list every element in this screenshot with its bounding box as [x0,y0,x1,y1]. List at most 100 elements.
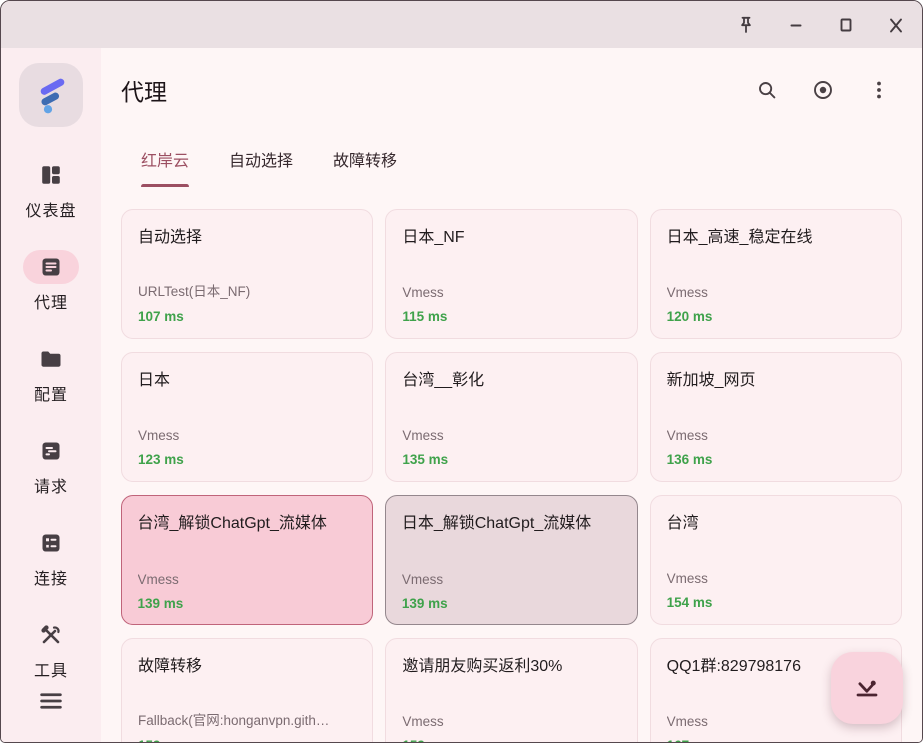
proxy-latency[interactable]: 135 ms [402,452,620,467]
proxy-type: Vmess [667,285,885,300]
more-button[interactable] [866,77,892,103]
sidebar-item-pill [23,250,79,284]
proxy-type: Vmess [402,285,620,300]
proxy-card[interactable]: 新加坡_网页 Vmess 136 ms [650,352,902,482]
sidebar-item-label: 工具 [34,657,68,681]
search-button[interactable] [754,77,780,103]
proxy-name: 日本_解锁ChatGpt_流媒体 [402,509,621,533]
proxy-type: Vmess [667,571,885,586]
titlebar-buttons [733,12,909,38]
sidebar-item-label: 连接 [34,565,68,589]
sidebar-item-label: 代理 [34,289,68,313]
proxy-name: 日本_NF [402,223,620,247]
proxy-card[interactable]: 日本_高速_稳定在线 Vmess 120 ms [650,209,902,339]
page-title: 代理 [121,73,167,107]
proxy-group-tab[interactable]: 红岸云 [141,147,189,187]
proxy-card[interactable]: 自动选择 URLTest(日本_NF) 107 ms [121,209,373,339]
circle-dot-icon [811,78,835,102]
proxy-type: Vmess [402,714,620,729]
sidebar-item[interactable]: 工具 [23,618,79,681]
close-icon [884,13,908,37]
app-logo [19,63,83,127]
maximize-icon [834,13,858,37]
proxy-name: 故障转移 [138,652,356,676]
proxy-latency[interactable]: 139 ms [138,596,357,611]
proxy-name: 台湾__彰化 [402,366,620,390]
sidebar-item-pill [23,342,79,376]
flclash-logo [27,71,75,119]
proxy-type: Vmess [138,572,357,587]
dashboard-icon [39,163,63,187]
proxy-grid: 自动选择 URLTest(日本_NF) 107 ms 日本_NF Vmess 1… [121,209,902,743]
more-vert-icon [867,78,891,102]
sidebar-item[interactable]: 仪表盘 [23,158,79,221]
proxy-card[interactable]: 故障转移 Fallback(官网:honganvpn.gith… 159 ms [121,638,373,743]
locate-selected-button[interactable] [810,77,836,103]
proxy-type: Vmess [667,428,885,443]
proxy-group-tab[interactable]: 自动选择 [229,147,293,187]
proxy-card[interactable]: 日本_解锁ChatGpt_流媒体 Vmess 139 ms [385,495,637,625]
proxy-latency[interactable]: 154 ms [667,595,885,610]
proxy-name: 日本 [138,366,356,390]
proxy-latency[interactable]: 139 ms [402,596,621,611]
hamburger-icon [36,686,66,716]
sidebar-item-pill [23,526,79,560]
tools-icon [39,623,63,647]
proxy-latency[interactable]: 120 ms [667,309,885,324]
proxy-name: 日本_高速_稳定在线 [667,223,885,247]
close-button[interactable] [883,12,909,38]
proxy-latency[interactable]: 107 ms [138,309,356,324]
app-body: 仪表盘 代理 配置 [1,48,922,742]
app-window: 仪表盘 代理 配置 [0,0,923,743]
proxy-latency[interactable]: 123 ms [138,452,356,467]
proxy-name: 新加坡_网页 [667,366,885,390]
sidebar-nav: 仪表盘 代理 配置 [23,158,79,681]
maximize-button[interactable] [833,12,859,38]
config-icon [39,347,63,371]
latency-test-fab[interactable] [831,652,903,724]
proxy-latency[interactable]: 159 ms [402,738,620,743]
proxy-group-tabs: 红岸云 自动选择 故障转移 [141,147,922,187]
sidebar-item[interactable]: 连接 [23,526,79,589]
minimize-button[interactable] [783,12,809,38]
menu-button[interactable] [32,682,70,720]
sidebar-item-label: 请求 [34,473,68,497]
pin-button[interactable] [733,12,759,38]
sidebar-item-pill [23,618,79,652]
requests-icon [39,439,63,463]
page-header: 代理 [101,48,922,107]
proxy-type: Fallback(官网:honganvpn.gith… [138,709,356,729]
proxy-name: 邀请朋友购买返利30% [402,652,620,676]
sidebar-item-pill [23,434,79,468]
proxy-card[interactable]: 邀请朋友购买返利30% Vmess 159 ms [385,638,637,743]
search-icon [755,78,779,102]
sidebar-item-label: 配置 [34,381,68,405]
sidebar-item-pill [23,158,79,192]
sidebar-item-label: 仪表盘 [25,197,76,221]
proxy-card[interactable]: 台湾_解锁ChatGpt_流媒体 Vmess 139 ms [121,495,373,625]
ping-test-icon [852,673,882,703]
proxy-card[interactable]: 日本_NF Vmess 115 ms [385,209,637,339]
main-content: 代理 红岸云 自动选择 故障转移 [101,48,922,742]
proxy-type: Vmess [402,428,620,443]
sidebar: 仪表盘 代理 配置 [1,48,101,742]
connections-icon [39,531,63,555]
sidebar-item[interactable]: 代理 [23,250,79,313]
proxy-group-tab[interactable]: 故障转移 [333,147,397,187]
proxy-card[interactable]: 台湾__彰化 Vmess 135 ms [385,352,637,482]
proxy-name: 台湾 [667,509,885,533]
proxy-latency[interactable]: 115 ms [402,309,620,324]
proxy-type: Vmess [138,428,356,443]
proxy-icon [39,255,63,279]
pin-icon [734,13,758,37]
header-actions [754,77,892,103]
proxy-type: URLTest(日本_NF) [138,280,356,300]
proxy-latency[interactable]: 159 ms [138,738,356,743]
proxy-latency[interactable]: 136 ms [667,452,885,467]
sidebar-item[interactable]: 请求 [23,434,79,497]
proxy-card[interactable]: 台湾 Vmess 154 ms [650,495,902,625]
proxy-card[interactable]: 日本 Vmess 123 ms [121,352,373,482]
proxy-latency[interactable]: 167 ms [667,738,885,743]
sidebar-item[interactable]: 配置 [23,342,79,405]
proxy-type: Vmess [402,572,621,587]
